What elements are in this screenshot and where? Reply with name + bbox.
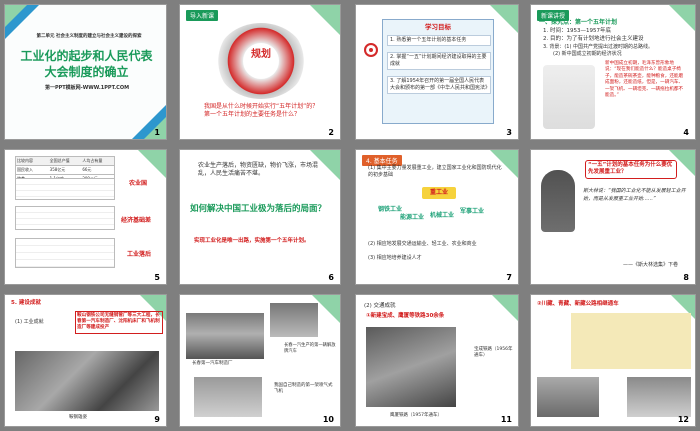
quote-source: ——《斯大林选集》下卷	[623, 262, 679, 268]
factory-photo	[186, 313, 264, 359]
achievement-box: 鞍山钢铁公司无缝钢管厂等三大工程，长春第一汽车制造厂、沈阳机床厂和飞机制造厂等建…	[75, 311, 163, 334]
slide-number: 5	[154, 273, 160, 282]
ray-energy: 能源工业	[400, 214, 425, 221]
ray-steel: 钢铁工业	[378, 206, 403, 213]
task-1: (1) 集中主要力量发展重工业，建立国家工业化和国防现代化的初步基础	[368, 165, 502, 178]
slide-number: 2	[328, 128, 334, 137]
road-photo-left	[537, 377, 599, 417]
task-3: (3) 相应地培养建设人才	[368, 255, 422, 261]
slide-4[interactable]: 新课讲授 一、探究点：第一个五年计划 1. 时间：1953—1957年底 2. …	[530, 4, 696, 140]
tag-agri: 农业国	[129, 180, 148, 187]
slide-number: 10	[322, 415, 334, 424]
objective-item: 1. 熟悉第一个五年计划的基本任务	[387, 35, 491, 46]
sub-head: ①新建宝成、鹰厦等铁路30余条	[366, 313, 445, 319]
slide-number: 4	[683, 128, 689, 137]
road-photo-right	[627, 377, 691, 417]
line-time: 1. 时间：1953—1957年底	[543, 28, 611, 34]
mao-quote: 新中国成立初期，毛泽东曾形象地说：“现在我们能造什么？能造桌子椅子，能造茶碗茶壶…	[605, 61, 684, 99]
railway-photo-left	[366, 327, 456, 407]
table-cell: 国民收入	[17, 167, 33, 172]
slide-number: 1	[154, 128, 160, 137]
section-head: (2) 交通成就	[364, 303, 396, 309]
thinker-illustration	[541, 170, 575, 232]
factory-caption: 长春第一汽车制造厂	[192, 361, 233, 366]
plan-image: 规划	[216, 23, 306, 99]
slide-number: 3	[506, 128, 512, 137]
truck-caption: 长春一汽生产的第一辆解放牌汽车	[284, 343, 336, 354]
answer-text: 实现工业化是唯一出路，实施第一个五年计划。	[194, 238, 310, 244]
map-image	[571, 313, 691, 369]
objectives-heading: 学习目标	[425, 23, 451, 31]
table-row: 国民收入 358亿元 66元	[15, 166, 115, 175]
question-text: 我国是从什么时候开始实行“五年计划”的？第一个五年计划的主要任务是什么？	[204, 103, 319, 119]
big-question: 如何解决中国工业极为落后的局面？	[190, 204, 327, 214]
table-cell: 358亿元	[49, 167, 66, 172]
jet-photo	[194, 377, 262, 417]
jet-caption: 我国自己制造的第一架喷气式飞机	[274, 383, 333, 395]
center-node: 重工业	[422, 187, 456, 199]
table-cell: 人均占有量	[82, 158, 103, 163]
slide-number: 6	[328, 273, 334, 282]
slide-12[interactable]: ②川藏、青藏、新藏公路相继通车 12	[530, 294, 696, 427]
section-head: 一、探究点：第一个五年计划	[539, 19, 618, 26]
slide-number: 12	[677, 415, 689, 424]
slide-number: 8	[683, 273, 689, 282]
corner-decoration	[5, 5, 27, 27]
table-placeholder	[15, 178, 115, 200]
slide-number: 7	[506, 273, 512, 282]
corner-decoration	[490, 5, 518, 33]
table-cell: 比较内容	[17, 158, 33, 163]
situation-text: 农业生产落后，物资匮缺，物价飞涨，市场混乱，人民生活痛苦不堪。	[198, 162, 319, 178]
slide-11[interactable]: (2) 交通成就 ①新建宝成、鹰厦等铁路30余条 宝成铁路（1956年通车） 鹰…	[355, 294, 519, 427]
badge: 导入新课	[186, 10, 219, 21]
slide-2[interactable]: 导入新课 规划 我国是从什么时候开始实行“五年计划”的？第一个五年计划的主要任务…	[179, 4, 341, 140]
objectives-box: 学习目标 1. 熟悉第一个五年计划的基本任务 2. 掌握“一五”计划期间经济建设…	[382, 19, 494, 124]
unit-subtitle: 第二单元 社会主义制度的建立与社会主义建设的探索	[36, 34, 142, 39]
section-head: 5. 建设成就	[11, 300, 41, 306]
table-cell: 66元	[82, 167, 92, 172]
objective-item: 2. 掌握“一五”计划期间经济建设取得的主要成就	[387, 52, 491, 70]
slide-6[interactable]: 农业生产落后，物资匮缺，物价飞涨，市场混乱，人民生活痛苦不堪。 如何解决中国工业…	[179, 149, 341, 285]
slide-5[interactable]: 比较内容 全国总产值 人均占有量 国民收入 358亿元 66元 粮食 1.1亿吨…	[4, 149, 167, 285]
corner-decoration	[310, 5, 340, 35]
section-head: ②川藏、青藏、新藏公路相继通车	[537, 301, 619, 307]
corner-decoration	[138, 150, 166, 178]
tag-industry: 工业落后	[127, 251, 152, 258]
slide-8[interactable]: “一五”计划的基本任务为什么要优先发展重工业？ 斯大林说：“我国的工业化不能从发…	[530, 149, 696, 285]
photo-caption: 鞍钢雄姿	[69, 415, 87, 420]
caption-right: 宝成铁路（1956年通车）	[474, 347, 513, 359]
slide-title: 工业化的起步和人民代表大会制度的确立	[20, 49, 153, 79]
truck-photo	[270, 303, 318, 337]
target-icon	[364, 43, 378, 57]
tag-econ: 经济基础差	[121, 217, 152, 224]
plan-image-text: 规划	[251, 49, 271, 60]
slide-sorter: 第二单元 社会主义制度的建立与社会主义建设的探索 工业化的起步和人民代表大会制度…	[0, 0, 700, 431]
line-background-2: (2) 新中国成立初期的经济状况	[553, 51, 622, 57]
slide-7[interactable]: 4. 基本任务 (1) 集中主要力量发展重工业，建立国家工业化和国防现代化的初步…	[355, 149, 519, 285]
line-purpose: 2. 目的：为了有计划地进行社会主义建设	[543, 36, 644, 42]
caption-bottom: 鹰厦铁路（1957年通车）	[390, 413, 442, 418]
table-placeholder	[15, 206, 115, 230]
slide-1[interactable]: 第二单元 社会主义制度的建立与社会主义建设的探索 工业化的起步和人民代表大会制度…	[4, 4, 167, 140]
line-background: 3. 背景：(1) 中国共产党提出过渡时期的总路线。	[543, 44, 654, 50]
slide-3[interactable]: 学习目标 1. 熟悉第一个五年计划的基本任务 2. 掌握“一五”计划期间经济建设…	[355, 4, 519, 140]
table-placeholder	[15, 238, 115, 268]
slide-9[interactable]: 5. 建设成就 (1) 工业成就 鞍山钢铁公司无缝钢管厂等三大工程，长春第一汽车…	[4, 294, 167, 427]
task-2: (2) 相应地发展交通运输业、轻工业、农业和商业	[368, 241, 477, 247]
slide-number: 9	[154, 415, 160, 424]
question-box: “一五”计划的基本任务为什么要优先发展重工业？	[585, 160, 677, 179]
sub-head: (1) 工业成就	[15, 319, 44, 325]
table-header: 比较内容 全国总产值 人均占有量	[15, 156, 115, 166]
steel-photo	[15, 351, 159, 411]
slide-number: 11	[500, 415, 512, 424]
ray-military: 军事工业	[460, 208, 485, 215]
ray-machinery: 机械工业	[430, 212, 455, 219]
slide-10[interactable]: 长春第一汽车制造厂 长春一汽生产的第一辆解放牌汽车 我国自己制造的第一架喷气式飞…	[179, 294, 341, 427]
objective-item: 3. 了解1954年召开的第一届全国人民代表大会和颁布的第一部《中华人民共和国宪…	[387, 76, 491, 94]
table-cell: 全国总产值	[49, 158, 70, 163]
mao-illustration	[543, 65, 595, 129]
site-label: 第一PPT模板网-WWW.1PPT.COM	[44, 85, 130, 91]
stalin-quote: 斯大林说：“我国的工业化不能从发展轻工业开始，而是从发展重工业开始……”	[583, 188, 686, 202]
corner-decoration	[492, 295, 518, 321]
